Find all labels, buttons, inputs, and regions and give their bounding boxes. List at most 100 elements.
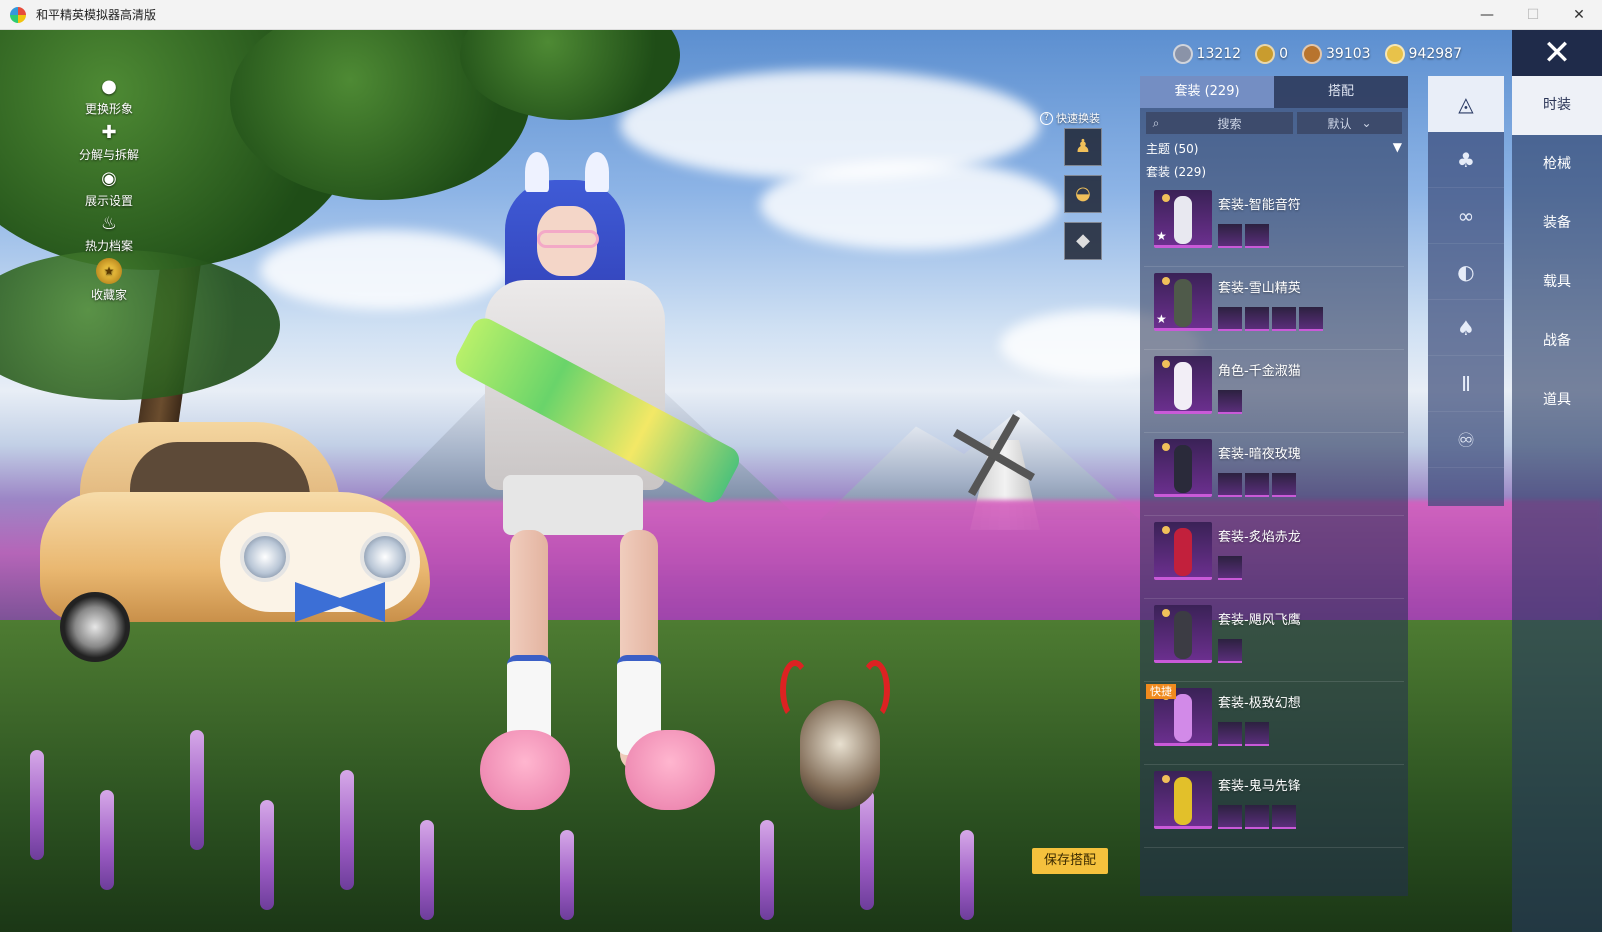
rarity-dot-icon <box>1162 360 1170 368</box>
a-coin-icon <box>1255 44 1276 64</box>
outfit-item[interactable]: 套装-暗夜玫瑰 <box>1144 433 1404 516</box>
outfit-part-icon[interactable] <box>1245 307 1269 331</box>
character-horn <box>525 152 549 192</box>
outfit-item[interactable]: ★ 套装-雪山精英 <box>1144 267 1404 350</box>
outfit-part-icon[interactable] <box>1218 473 1242 497</box>
search-input[interactable]: ⌕ 搜索 <box>1146 112 1293 134</box>
outfit-thumbnail <box>1154 522 1212 580</box>
outfit-part-icon[interactable] <box>1218 639 1242 663</box>
outfit-figure <box>1174 694 1192 742</box>
sort-label: 默认 <box>1327 116 1352 131</box>
sort-dropdown[interactable]: 默认 ⌄ <box>1297 112 1402 134</box>
heat-record-button[interactable]: ♨ 热力档案 <box>78 213 140 254</box>
outfit-list: ★ 套装-智能音符 ★ 套装-雪山精英 角色-千金淑猫 套装-暗夜玫瑰 套装-炙焰赤龙 套装-… <box>1140 184 1408 848</box>
outfit-part-icon[interactable] <box>1218 307 1242 331</box>
jacket-icon[interactable]: ♠ <box>1428 300 1504 356</box>
shoes-icon[interactable]: ♾ <box>1428 412 1504 468</box>
outfit-thumbnail: ★ <box>1154 273 1212 331</box>
outfit-name: 角色-千金淑猫 <box>1218 364 1301 379</box>
close-wardrobe-button[interactable]: ✕ <box>1512 30 1602 76</box>
menu-item[interactable]: 载具 <box>1512 253 1602 312</box>
tab-combos[interactable]: 搭配 <box>1274 76 1408 108</box>
outfit-part-icon[interactable] <box>1272 307 1296 331</box>
currency-bronze: 39103 <box>1302 44 1371 64</box>
save-outfit-button[interactable]: 保存搭配 <box>1032 848 1108 874</box>
quick-tag: 快捷 <box>1146 684 1176 699</box>
menu-item[interactable]: 时装 <box>1512 76 1602 135</box>
pants-icon[interactable]: Ⅱ <box>1428 356 1504 412</box>
car-wheel <box>60 592 130 662</box>
glasses-icon[interactable]: ∞ <box>1428 188 1504 244</box>
minimize-button[interactable]: — <box>1464 0 1510 30</box>
rarity-dot-icon <box>1162 526 1170 534</box>
outfit-part-icon[interactable] <box>1245 805 1269 829</box>
menu-item[interactable]: 道具 <box>1512 371 1602 430</box>
favorite-star-icon: ★ <box>1156 312 1167 326</box>
outfit-item[interactable]: 套装-鬼马先锋 <box>1144 765 1404 848</box>
outfit-item[interactable]: 套装-炙焰赤龙 <box>1144 516 1404 599</box>
outfit-part-icon[interactable] <box>1218 390 1242 414</box>
lupin-flower <box>760 820 774 920</box>
outfit-part-icon[interactable] <box>1272 473 1296 497</box>
outfit-item[interactable]: 套装-飓风飞鹰 <box>1144 599 1404 682</box>
outfit-part-icon[interactable] <box>1299 307 1323 331</box>
outfit-thumbnail <box>1154 771 1212 829</box>
outfit-part-icon[interactable] <box>1218 805 1242 829</box>
outfit-slot-icon[interactable]: ♟ <box>1064 128 1102 166</box>
lupin-flower <box>420 820 434 920</box>
outfit-part-icon[interactable] <box>1218 224 1242 248</box>
lupin-flower <box>30 750 44 860</box>
outfit-figure <box>1174 445 1192 493</box>
mask-icon[interactable]: ◐ <box>1428 244 1504 300</box>
bronze-coin-icon <box>1302 44 1322 64</box>
outfit-part-icon[interactable] <box>1245 722 1269 746</box>
change-appearance-button[interactable]: ● 更换形象 <box>78 76 140 117</box>
flame-icon: ♨ <box>100 213 118 234</box>
chevron-down-icon: ⌄ <box>1361 116 1372 130</box>
outfit-part-icon[interactable] <box>1218 556 1242 580</box>
search-row: ⌕ 搜索 默认 ⌄ <box>1146 112 1402 134</box>
decompose-button[interactable]: ✚ 分解与拆解 <box>78 122 140 163</box>
category-column: ◬ ♣ ∞ ◐ ♠ Ⅱ ♾ <box>1428 76 1504 506</box>
maximize-button[interactable]: ☐ <box>1510 0 1556 30</box>
top-icon[interactable]: ♣ <box>1428 132 1504 188</box>
window-titlebar: 和平精英模拟器高清版 — ☐ ✕ <box>0 0 1602 30</box>
outfit-item[interactable]: ★ 套装-智能音符 <box>1144 184 1404 267</box>
menu-item[interactable]: 战备 <box>1512 312 1602 371</box>
outfit-part-icon[interactable] <box>1245 224 1269 248</box>
rarity-dot-icon <box>1162 443 1170 451</box>
outfit-part-icon[interactable] <box>1272 805 1296 829</box>
menu-item[interactable]: 装备 <box>1512 194 1602 253</box>
window-close-button[interactable]: ✕ <box>1556 0 1602 30</box>
outfit-item[interactable]: 角色-千金淑猫 <box>1144 350 1404 433</box>
outfit-name: 套装-极致幻想 <box>1218 696 1301 711</box>
tool-label: 分解与拆解 <box>78 148 139 162</box>
tool-label: 更换形象 <box>84 102 133 116</box>
hat-icon[interactable]: ◬ <box>1428 76 1504 132</box>
panel-tabs: 套装 (229) 搭配 <box>1140 76 1408 108</box>
bp-coin-icon <box>1172 44 1193 64</box>
quick-switch-label[interactable]: ? 快速换装 <box>1040 110 1100 126</box>
outfit-figure <box>1174 777 1192 825</box>
theme-filter[interactable]: 主题 (50) ▼ <box>1146 140 1402 157</box>
outfit-figure <box>1174 196 1192 244</box>
tab-outfits[interactable]: 套装 (229) <box>1140 76 1274 108</box>
character-shorts <box>503 475 643 535</box>
search-icon: ⌕ <box>1152 115 1160 130</box>
outfit-part-icon[interactable] <box>1245 473 1269 497</box>
tool-label: 收藏家 <box>90 288 127 302</box>
character-shoe <box>625 730 715 810</box>
lupin-flower <box>960 830 974 920</box>
puzzle-icon: ✚ <box>101 122 117 143</box>
collector-button[interactable]: ★ 收藏家 <box>78 258 140 303</box>
outfit-item[interactable]: 快捷套装-极致幻想 <box>1144 682 1404 765</box>
menu-item[interactable]: 枪械 <box>1512 135 1602 194</box>
car-headlight <box>240 532 290 582</box>
outfit-figure <box>1174 279 1192 327</box>
person-icon: ● <box>101 76 117 97</box>
outfit-thumbnail <box>1154 439 1212 497</box>
diamond-slot-icon[interactable]: ◆ <box>1064 222 1102 260</box>
display-settings-button[interactable]: ◉ 展示设置 <box>78 168 140 209</box>
outfit-part-icon[interactable] <box>1218 722 1242 746</box>
helmet-slot-icon[interactable]: ◒ <box>1064 175 1102 213</box>
